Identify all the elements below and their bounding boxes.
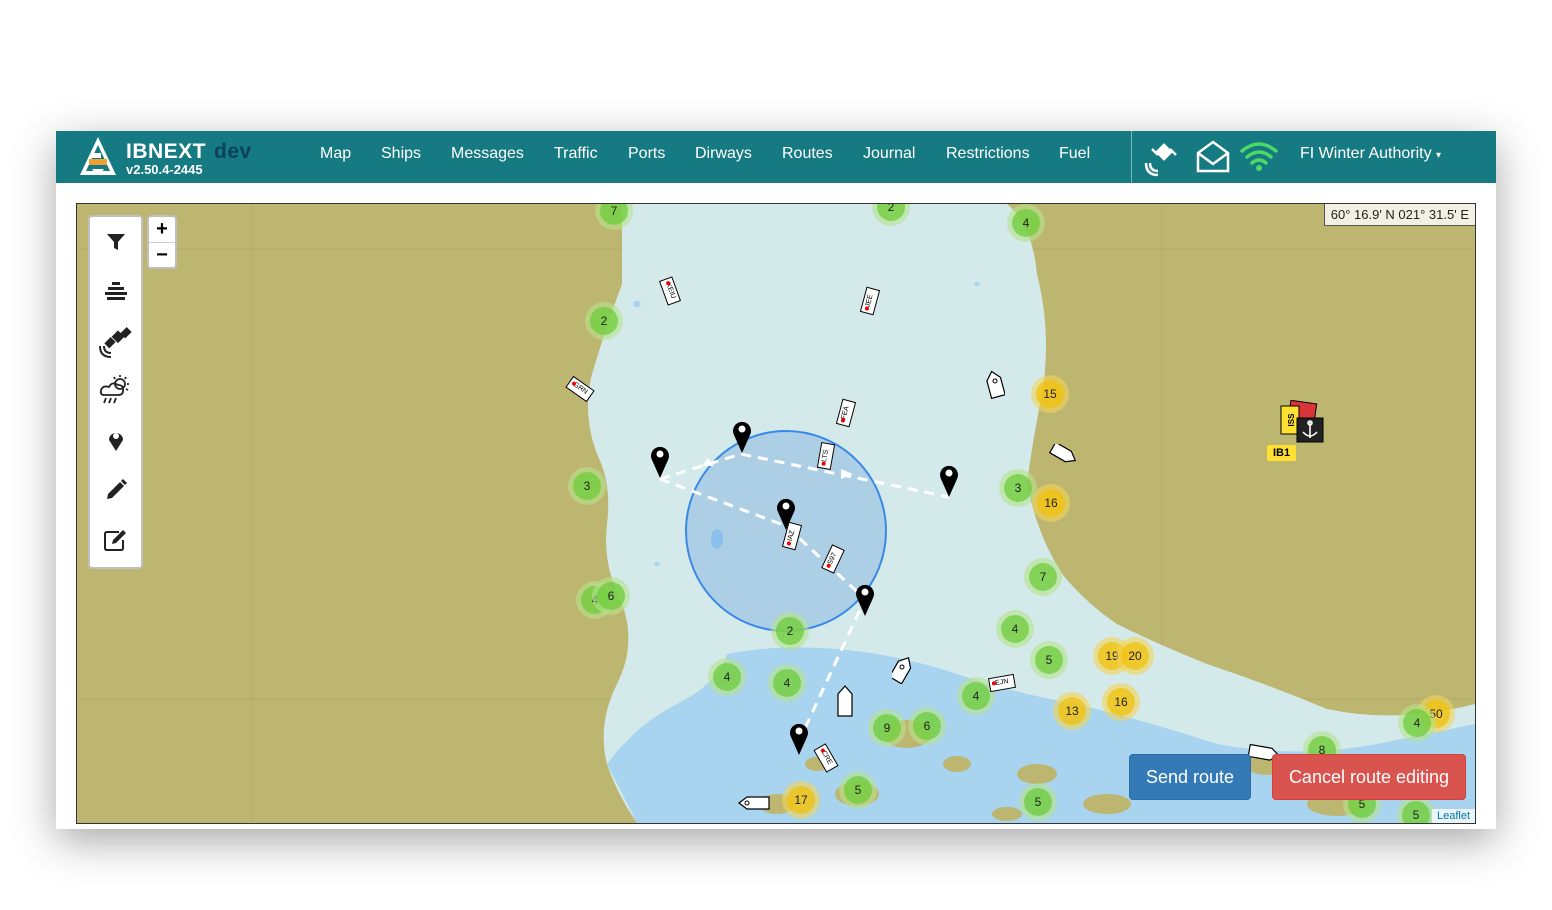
cluster-marker[interactable]: 2 — [771, 612, 809, 650]
cluster-marker[interactable]: 17 — [782, 781, 820, 819]
map[interactable]: 7 2 4 2 15 3 16 3 7 4 6 2 4 5 19 20 4 4 … — [76, 203, 1476, 824]
brand-version: v2.50.4-2445 — [126, 162, 203, 177]
icebreaker-tag: ISS — [1287, 413, 1296, 427]
cluster-marker[interactable]: 15 — [1031, 375, 1069, 413]
coordinates-display: 60° 16.9' N 021° 31.5' E — [1323, 204, 1475, 226]
cluster-marker[interactable]: 7 — [1024, 558, 1062, 596]
nav-ports[interactable]: Ports — [628, 145, 665, 163]
cluster-marker[interactable]: 6 — [908, 707, 946, 745]
navbar: IBNEXT dev v2.50.4-2445 Map Ships Message… — [56, 131, 1496, 183]
zoom-in-button[interactable]: + — [149, 217, 175, 243]
nav-traffic[interactable]: Traffic — [554, 145, 598, 163]
cluster-marker[interactable]: 16 — [1102, 683, 1140, 721]
nav-separator — [1131, 131, 1132, 183]
cluster-marker[interactable]: 16 — [1032, 484, 1070, 522]
cluster-marker[interactable]: 4 — [996, 610, 1034, 648]
brand-name: IBNEXT dev — [126, 140, 252, 163]
ship-marker[interactable] — [892, 654, 912, 684]
cluster-marker[interactable]: 5 — [1030, 641, 1068, 679]
brand-env: dev — [214, 140, 252, 163]
waypoint-marker[interactable] — [854, 582, 876, 616]
cluster-marker[interactable]: 9 — [868, 709, 906, 747]
ship-marker[interactable] — [985, 369, 1005, 399]
app-window: IBNEXT dev v2.50.4-2445 Map Ships Message… — [56, 131, 1496, 829]
nav-routes[interactable]: Routes — [782, 145, 833, 163]
satellite-icon[interactable] — [1144, 137, 1180, 177]
waypoint-marker[interactable] — [649, 444, 671, 478]
nav-journal[interactable]: Journal — [863, 145, 915, 163]
zoom-out-button[interactable]: − — [149, 243, 175, 268]
send-route-button[interactable]: Send route — [1129, 754, 1251, 800]
wifi-icon — [1240, 142, 1278, 171]
cancel-route-editing-button[interactable]: Cancel route editing — [1272, 754, 1466, 800]
cluster-marker[interactable]: 6 — [592, 577, 630, 615]
ibnext-logo-icon — [80, 137, 116, 175]
icebreaker-icon[interactable]: ISS — [1277, 400, 1327, 446]
icebreaker-label[interactable]: IB1 — [1267, 445, 1297, 461]
nav-restrictions[interactable]: Restrictions — [946, 145, 1030, 163]
user-menu[interactable]: FI Winter Authority ▾ — [1300, 145, 1441, 163]
cluster-marker[interactable]: 5 — [839, 771, 877, 809]
map-toolbar — [88, 215, 143, 569]
ship-marker[interactable] — [835, 684, 855, 718]
cluster-marker[interactable]: 13 — [1053, 692, 1091, 730]
nav-fuel[interactable]: Fuel — [1059, 145, 1090, 163]
map-marker-icon[interactable] — [90, 418, 141, 462]
cluster-marker[interactable]: 4 — [768, 664, 806, 702]
nav-messages[interactable]: Messages — [451, 145, 524, 163]
cluster-marker[interactable]: 4 — [708, 658, 746, 696]
caret-down-icon: ▾ — [1436, 150, 1442, 161]
zoom-control: + − — [147, 215, 177, 269]
cluster-marker[interactable]: 4 — [1007, 204, 1045, 242]
nav-ships[interactable]: Ships — [381, 145, 421, 163]
pencil-icon[interactable] — [90, 468, 141, 512]
waypoint-marker[interactable] — [788, 721, 810, 755]
cluster-marker[interactable]: 20 — [1116, 637, 1154, 675]
weather-icon[interactable] — [90, 368, 141, 412]
waypoint-marker[interactable] — [731, 419, 753, 453]
nav-map[interactable]: Map — [320, 145, 351, 163]
user-label: FI Winter Authority — [1300, 145, 1432, 162]
cluster-marker[interactable]: 2 — [585, 302, 623, 340]
leaflet-attribution[interactable]: Leaflet — [1431, 809, 1475, 823]
cluster-marker[interactable]: 5 — [1019, 783, 1057, 821]
ship-marker[interactable] — [737, 794, 771, 812]
edit-icon[interactable] — [90, 518, 141, 562]
cluster-marker[interactable]: 3 — [999, 469, 1037, 507]
waypoint-marker[interactable] — [938, 463, 960, 497]
cluster-marker[interactable]: 4 — [1398, 704, 1436, 742]
nav-dirways[interactable]: Dirways — [695, 145, 752, 163]
filter-icon[interactable] — [90, 220, 141, 264]
envelope-icon[interactable] — [1195, 137, 1231, 177]
cluster-marker[interactable]: 3 — [568, 467, 606, 505]
layers-icon[interactable] — [90, 269, 141, 313]
ship-marker[interactable] — [1049, 444, 1079, 464]
satellite-icon[interactable] — [90, 319, 141, 363]
